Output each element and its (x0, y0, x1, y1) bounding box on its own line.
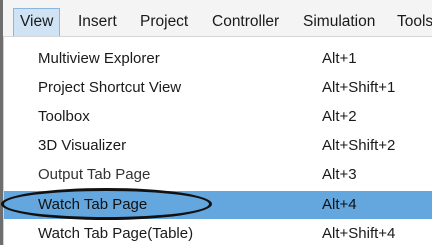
menu-item-multiview-explorer[interactable]: Multiview Explorer Alt+1 (4, 45, 432, 73)
menu-item-label: Output Tab Page (38, 166, 151, 183)
menu-project[interactable]: Project (140, 8, 188, 36)
menu-item-shortcut: Alt+Shift+1 (322, 79, 396, 96)
menu-item-output-tab-page[interactable]: Output Tab Page Alt+3 (4, 161, 432, 189)
menu-item-3d-visualizer[interactable]: 3D Visualizer Alt+Shift+2 (4, 132, 432, 160)
menu-tools[interactable]: Tools (397, 8, 432, 36)
menu-item-project-shortcut-view[interactable]: Project Shortcut View Alt+Shift+1 (4, 74, 432, 102)
menu-item-shortcut: Alt+Shift+2 (322, 137, 396, 154)
menu-item-shortcut: Alt+4 (322, 196, 357, 213)
menu-simulation[interactable]: Simulation (303, 8, 375, 36)
menu-item-toolbox[interactable]: Toolbox Alt+2 (4, 103, 432, 131)
menu-item-shortcut: Alt+3 (322, 166, 357, 183)
view-dropdown-menu: Multiview Explorer Alt+1 Project Shortcu… (3, 37, 432, 245)
menu-item-label: Watch Tab Page(Table) (38, 225, 194, 242)
menu-item-label: 3D Visualizer (38, 137, 127, 154)
menu-item-label: Multiview Explorer (38, 50, 160, 67)
menu-item-label: Project Shortcut View (38, 79, 182, 96)
menu-item-watch-tab-page[interactable]: Watch Tab Page Alt+4 (4, 191, 432, 219)
menu-view[interactable]: View (13, 8, 61, 36)
menu-item-shortcut: Alt+1 (322, 50, 357, 67)
menu-item-label: Toolbox (38, 108, 90, 125)
menu-insert[interactable]: Insert (78, 8, 117, 36)
menu-item-shortcut: Alt+Shift+4 (322, 225, 396, 242)
menu-item-label: Watch Tab Page (38, 196, 148, 213)
menu-bar: View Insert Project Controller Simulatio… (3, 0, 432, 37)
menu-controller[interactable]: Controller (212, 8, 279, 36)
menu-item-shortcut: Alt+2 (322, 108, 357, 125)
menu-item-watch-tab-page-table[interactable]: Watch Tab Page(Table) Alt+Shift+4 (4, 220, 432, 248)
